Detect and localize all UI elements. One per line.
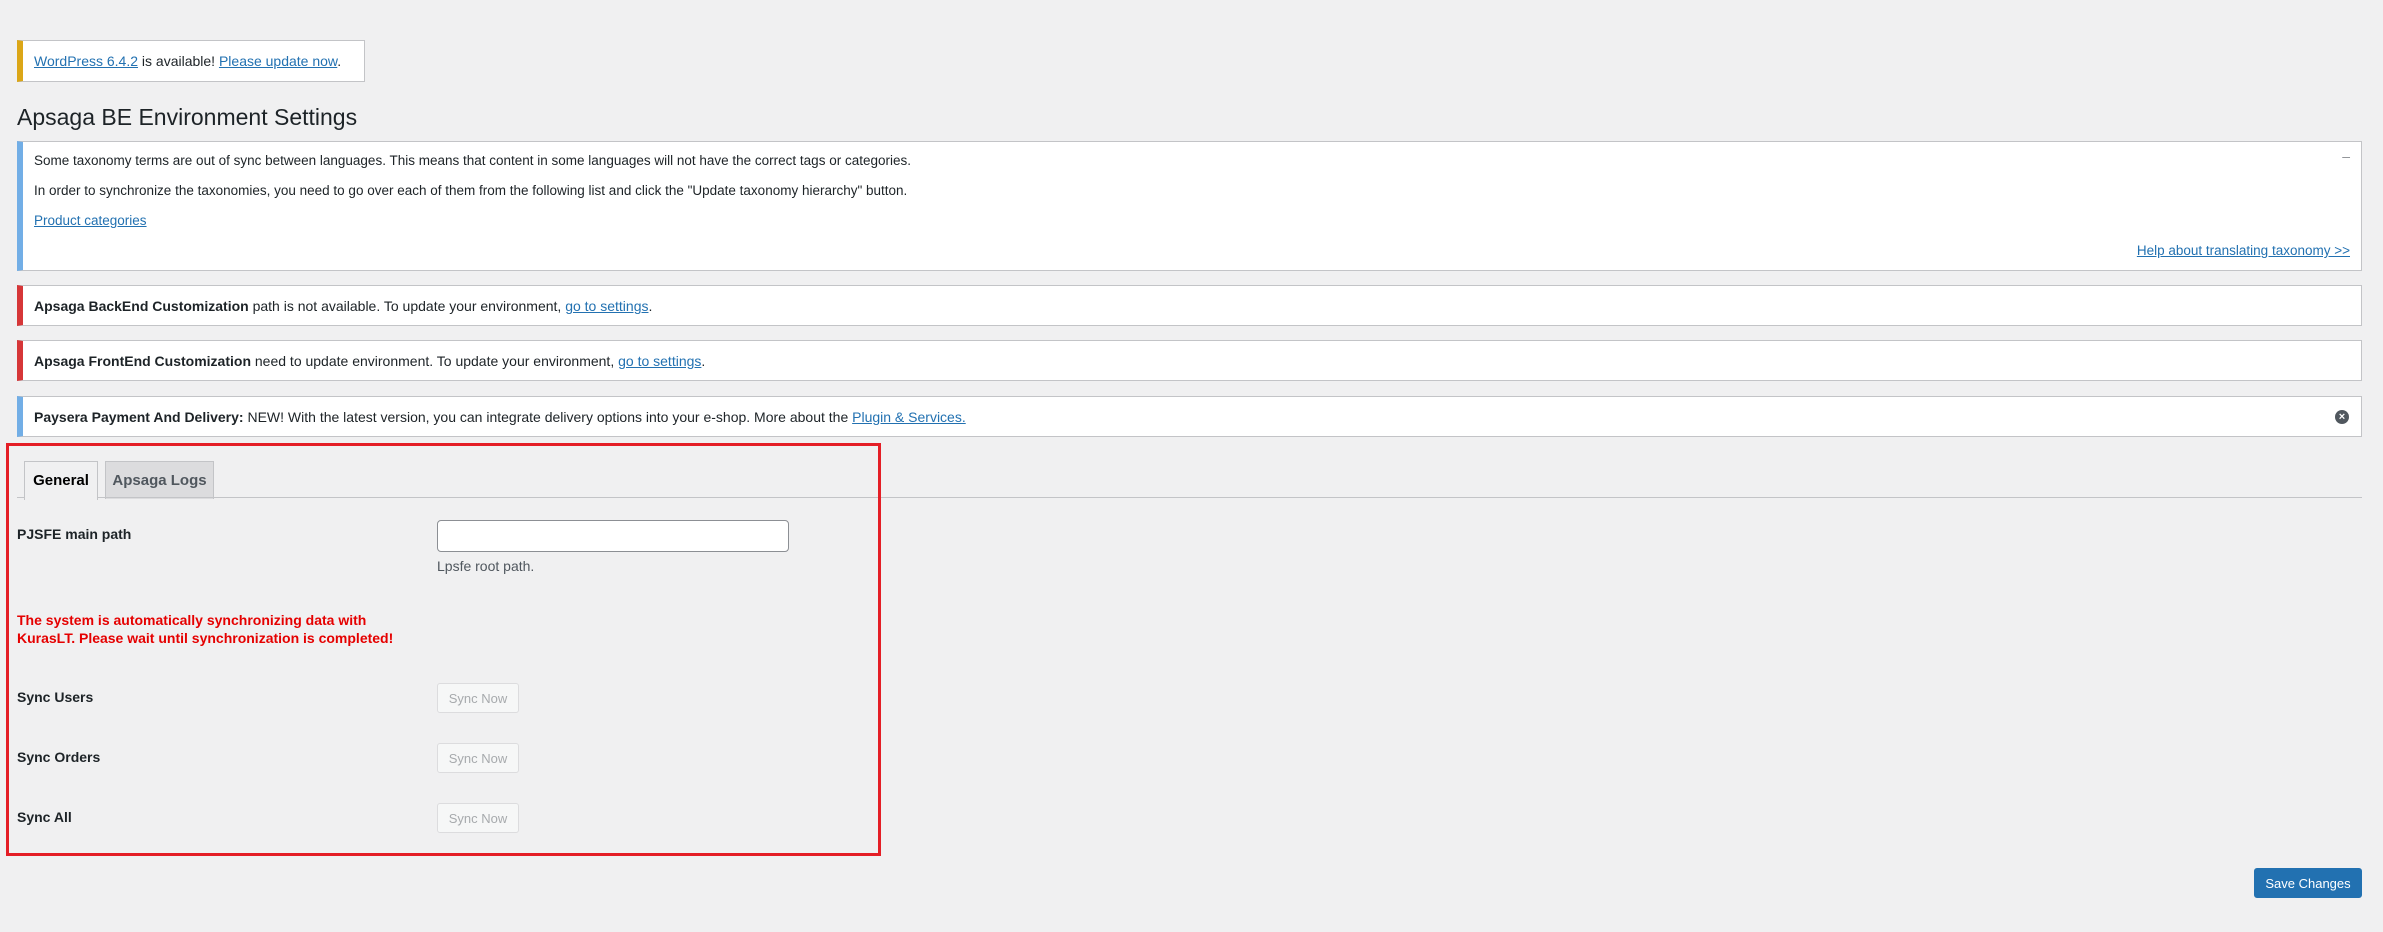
taxonomy-sync-notice: Some taxonomy terms are out of sync betw… <box>17 141 2362 271</box>
plugin-services-link[interactable]: Plugin & Services. <box>852 409 966 425</box>
frontend-notice-end: . <box>701 353 706 369</box>
save-changes-button[interactable]: Save Changes <box>2254 868 2362 898</box>
paysera-notice-title: Paysera Payment And Delivery: <box>34 409 244 425</box>
frontend-go-to-settings-link[interactable]: go to settings <box>618 353 701 369</box>
taxonomy-help-row: Help about translating taxonomy >> <box>2137 243 2350 258</box>
tab-apsaga-logs[interactable]: Apsaga Logs <box>105 461 214 499</box>
backend-notice-body: path is not available. To update your en… <box>248 298 566 314</box>
taxonomy-notice-link-row: Product categories <box>34 213 147 228</box>
dismiss-icon[interactable]: × <box>2335 410 2349 424</box>
backend-notice-text: Apsaga BackEnd Customization path is not… <box>34 298 652 314</box>
sync-warning-message: The system is automatically synchronizin… <box>17 612 394 646</box>
update-nag: WordPress 6.4.2 is available! Please upd… <box>17 40 365 82</box>
frontend-notice-text: Apsaga FrontEnd Customization need to up… <box>34 353 705 369</box>
sync-users-button[interactable]: Sync Now <box>437 683 519 713</box>
update-nag-middle: is available! <box>138 53 219 69</box>
backend-notice-title: Apsaga BackEnd Customization <box>34 298 249 314</box>
frontend-notice-body: need to update environment. To update yo… <box>251 353 619 369</box>
sync-all-button[interactable]: Sync Now <box>437 803 519 833</box>
collapse-icon[interactable]: – <box>2342 148 2350 164</box>
highlight-annotation-box <box>6 443 881 856</box>
product-categories-link[interactable]: Product categories <box>34 213 147 228</box>
tab-divider <box>17 497 2362 498</box>
sync-orders-label: Sync Orders <box>17 749 101 765</box>
sync-users-label: Sync Users <box>17 689 94 705</box>
paysera-notice-text: Paysera Payment And Delivery: NEW! With … <box>34 409 966 425</box>
taxonomy-help-link[interactable]: Help about translating taxonomy >> <box>2137 243 2350 258</box>
frontend-notice-title: Apsaga FrontEnd Customization <box>34 353 251 369</box>
tab-general[interactable]: General <box>24 461 98 500</box>
update-nag-end: . <box>337 53 342 69</box>
sync-all-label: Sync All <box>17 809 72 825</box>
backend-go-to-settings-link[interactable]: go to settings <box>565 298 648 314</box>
wordpress-version-link[interactable]: WordPress 6.4.2 <box>34 53 138 69</box>
main-path-description: Lpsfe root path. <box>437 558 535 574</box>
main-path-label: PJSFE main path <box>17 526 132 542</box>
paysera-notice: Paysera Payment And Delivery: NEW! With … <box>17 396 2362 437</box>
frontend-customization-notice: Apsaga FrontEnd Customization need to up… <box>17 340 2362 381</box>
taxonomy-notice-line2: In order to synchronize the taxonomies, … <box>34 183 908 198</box>
main-path-input[interactable] <box>437 520 789 552</box>
backend-notice-end: . <box>648 298 653 314</box>
taxonomy-notice-line1: Some taxonomy terms are out of sync betw… <box>34 153 911 168</box>
paysera-notice-body: NEW! With the latest version, you can in… <box>243 409 853 425</box>
update-now-link[interactable]: Please update now <box>219 53 337 69</box>
update-nag-text: WordPress 6.4.2 is available! Please upd… <box>34 53 341 69</box>
backend-customization-notice: Apsaga BackEnd Customization path is not… <box>17 285 2362 326</box>
page-title: Apsaga BE Environment Settings <box>17 104 358 130</box>
sync-orders-button[interactable]: Sync Now <box>437 743 519 773</box>
